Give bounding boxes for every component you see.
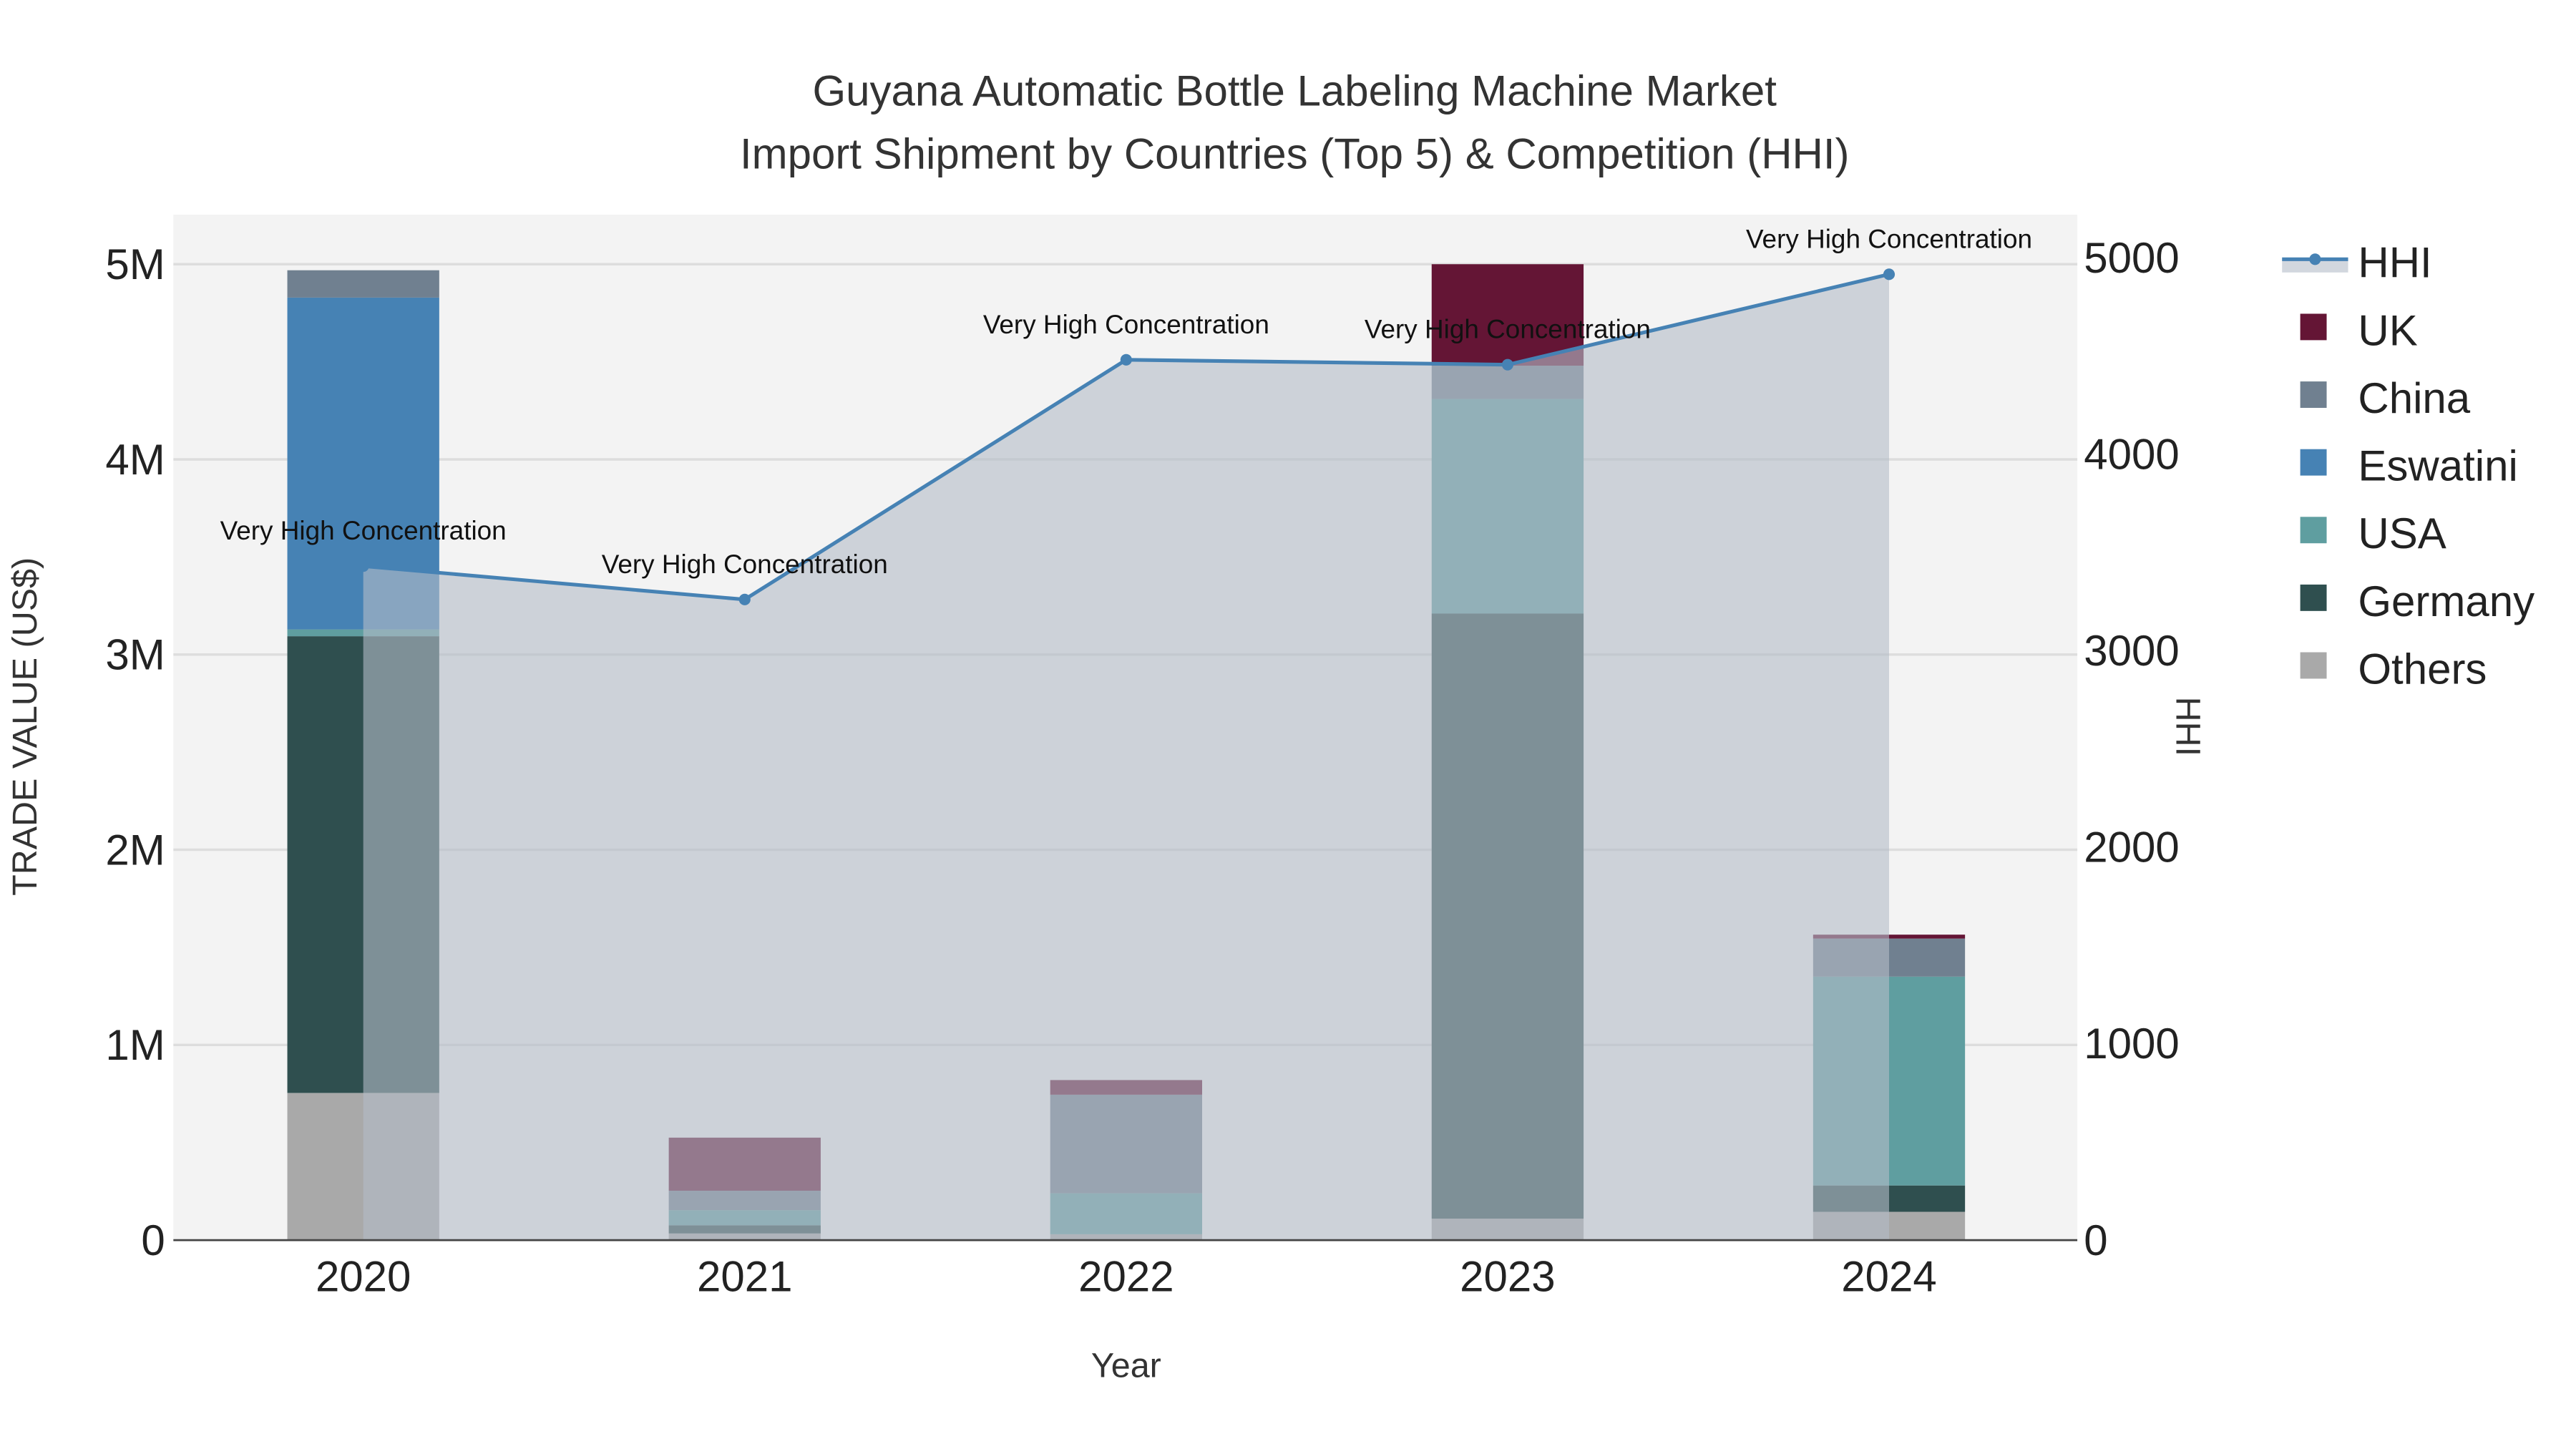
- y-tick-label: 1M: [105, 1021, 165, 1069]
- legend-label-hhi: HHI: [2358, 239, 2431, 287]
- legend-swatch-hhi-marker: [2309, 253, 2321, 265]
- y-tick-label: 4M: [105, 436, 165, 484]
- legend-swatch-uk: [2300, 313, 2327, 341]
- chart-subtitle: Import Shipment by Countries (Top 5) & C…: [740, 130, 1850, 177]
- hhi-annotation: Very High Concentration: [220, 516, 507, 545]
- hhi-point: [1120, 353, 1132, 366]
- legend-label-eswatini: Eswatini: [2358, 442, 2517, 490]
- y2-tick-label: 4000: [2084, 430, 2179, 478]
- y-tick-label: 5M: [105, 240, 165, 288]
- hhi-annotation: Very High Concentration: [1365, 315, 1651, 344]
- legend-swatch-germany: [2300, 584, 2327, 611]
- chart-title: Guyana Automatic Bottle Labeling Machine…: [813, 67, 1777, 115]
- y2-tick-label: 5000: [2084, 234, 2179, 282]
- hhi-annotation: Very High Concentration: [1746, 224, 2032, 253]
- x-tick-label: 2020: [316, 1253, 411, 1301]
- chart: Very High Concentration Very High Concent…: [6, 67, 2534, 1385]
- hhi-point: [738, 593, 751, 605]
- hhi-point: [1501, 358, 1513, 371]
- legend-label-china: China: [2358, 374, 2470, 422]
- x-axis-title: Year: [1091, 1347, 1161, 1385]
- x-tick-label: 2022: [1078, 1253, 1174, 1301]
- legend-label-others: Others: [2358, 645, 2487, 693]
- hhi-point: [1883, 268, 1896, 280]
- legend-swatch-others: [2300, 652, 2327, 679]
- legend-label-usa: USA: [2358, 509, 2446, 557]
- y2-tick-label: 3000: [2084, 627, 2179, 675]
- x-tick-label: 2024: [1841, 1253, 1936, 1301]
- y-tick-label: 0: [141, 1216, 165, 1264]
- legend-label-uk: UK: [2358, 306, 2417, 354]
- legend-swatch-usa: [2300, 517, 2327, 544]
- hhi-annotation: Very High Concentration: [602, 550, 888, 579]
- x-tick-label: 2021: [697, 1253, 792, 1301]
- y-tick-label: 2M: [105, 826, 165, 874]
- y2-axis-title: HHI: [2169, 697, 2207, 756]
- legend-swatch-eswatini: [2300, 449, 2327, 476]
- y2-tick-label: 0: [2084, 1216, 2107, 1264]
- legend-swatch-china: [2300, 381, 2327, 408]
- y2-tick-label: 1000: [2084, 1020, 2179, 1068]
- y-tick-label: 3M: [105, 631, 165, 679]
- x-tick-label: 2023: [1460, 1253, 1555, 1301]
- hhi-point: [357, 560, 369, 572]
- legend-label-germany: Germany: [2358, 577, 2534, 625]
- legend: HHI UK China Eswatini USA Germany Others: [2282, 239, 2534, 693]
- hhi-annotation: Very High Concentration: [983, 310, 1269, 339]
- y2-tick-label: 2000: [2084, 824, 2179, 872]
- bar-china: [287, 270, 439, 298]
- y-axis-title: TRADE VALUE (US$): [6, 557, 44, 896]
